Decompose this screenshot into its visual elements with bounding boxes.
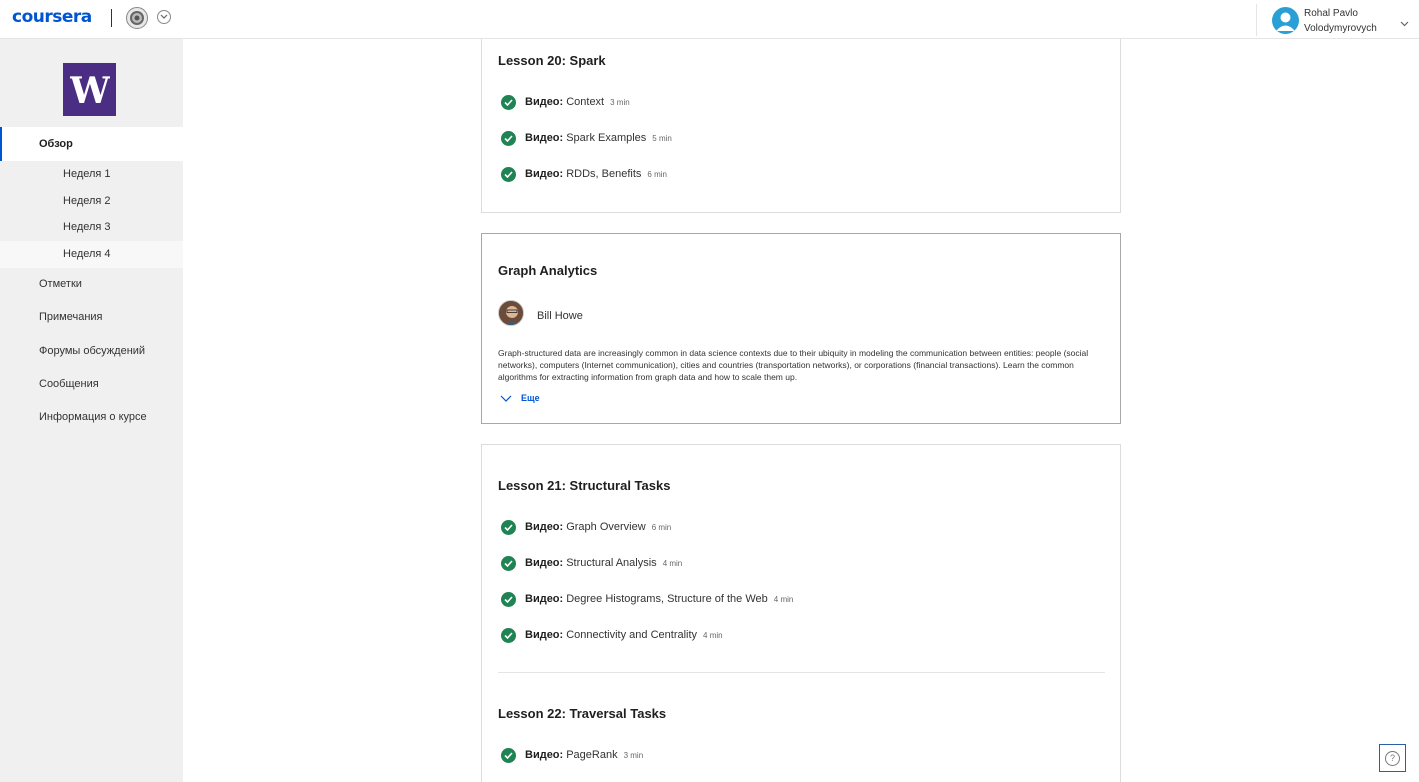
chevron-down-icon <box>500 395 512 402</box>
sidebar-item-overview[interactable]: Обзор <box>0 127 183 161</box>
item-duration: 3 min <box>610 97 630 107</box>
lesson-item[interactable]: Видео: Connectivity and Centrality 4 min <box>501 627 723 643</box>
item-type: Видео: <box>525 168 564 180</box>
show-more-label: Еще <box>521 393 540 403</box>
lesson-item[interactable]: Видео: Graph Overview 6 min <box>501 519 671 535</box>
completed-check-icon <box>501 166 516 182</box>
top-header: coursera Rohal Pavlo Volodymyrovych <box>0 0 1419 39</box>
completed-check-icon <box>501 555 516 571</box>
item-type: Видео: <box>525 629 564 641</box>
instructor-avatar[interactable] <box>498 300 524 326</box>
item-type: Видео: <box>525 521 564 533</box>
sidebar-item-week-4[interactable]: Неделя 4 <box>0 241 183 268</box>
header-separator <box>1256 4 1257 36</box>
sidebar-item-notes[interactable]: Примечания <box>0 301 183 334</box>
sidebar-item-messages[interactable]: Сообщения <box>0 368 183 401</box>
university-logo[interactable]: W <box>63 63 116 116</box>
lesson-title: Lesson 22: Traversal Tasks <box>498 706 667 721</box>
show-more-button[interactable]: Еще <box>500 393 540 403</box>
sidebar: W Обзор Неделя 1 Неделя 2 Неделя 3 Недел… <box>0 39 183 782</box>
completed-check-icon <box>501 94 516 110</box>
item-name: Connectivity and Centrality <box>566 629 698 641</box>
university-seal-icon[interactable] <box>126 7 148 29</box>
completed-check-icon <box>501 519 516 535</box>
user-name-line2: Volodymyrovych <box>1304 23 1377 34</box>
item-name: Graph Overview <box>566 521 646 533</box>
item-duration: 5 min <box>652 133 672 143</box>
completed-check-icon <box>501 627 516 643</box>
item-duration: 6 min <box>651 522 672 532</box>
item-type: Видео: <box>525 132 564 144</box>
sidebar-item-week-3[interactable]: Неделя 3 <box>0 214 183 241</box>
item-name: Structural Analysis <box>566 557 657 569</box>
svg-text:W: W <box>70 74 110 106</box>
user-avatar-icon[interactable] <box>1272 7 1299 34</box>
item-type: Видео: <box>525 749 564 761</box>
main-content: Lesson 20: Spark Видео: Context 3 min Ви… <box>183 39 1419 782</box>
chevron-down-icon[interactable] <box>157 10 171 24</box>
lesson-item[interactable]: Видео: Structural Analysis 4 min <box>501 555 682 571</box>
item-type: Видео: <box>525 593 564 605</box>
sidebar-item-forums[interactable]: Форумы обсуждений <box>0 335 183 368</box>
sidebar-item-course-info[interactable]: Информация о курсе <box>0 401 183 434</box>
item-type: Видео: <box>525 96 564 108</box>
item-name: Context <box>566 96 605 108</box>
user-name[interactable]: Rohal Pavlo Volodymyrovych <box>1304 6 1377 36</box>
help-button[interactable]: ? <box>1379 744 1406 772</box>
module-card: Graph Analytics Bill Howe Graph-structur… <box>481 233 1121 424</box>
user-name-line1: Rohal Pavlo <box>1304 8 1358 19</box>
lesson-21-22-card: Lesson 21: Structural Tasks Видео: Graph… <box>481 444 1121 782</box>
item-duration: 6 min <box>647 169 667 179</box>
lesson-item[interactable]: Видео: Spark Examples 5 min <box>501 130 672 146</box>
item-duration: 4 min <box>703 630 723 640</box>
item-type: Видео: <box>525 557 564 569</box>
header-divider <box>111 9 112 27</box>
user-menu-chevron-icon[interactable] <box>1400 14 1409 32</box>
item-duration: 3 min <box>623 750 644 760</box>
lesson-item[interactable]: Видео: Context 3 min <box>501 94 630 110</box>
completed-check-icon <box>501 747 516 763</box>
completed-check-icon <box>501 591 516 607</box>
lesson-title: Lesson 20: Spark <box>498 53 606 68</box>
lesson-item[interactable]: Видео: RDDs, Benefits 6 min <box>501 166 667 182</box>
question-icon: ? <box>1385 750 1400 766</box>
item-duration: 4 min <box>773 594 794 604</box>
sidebar-item-week-1[interactable]: Неделя 1 <box>0 161 183 188</box>
sidebar-item-grades[interactable]: Отметки <box>0 268 183 301</box>
sidebar-item-week-2[interactable]: Неделя 2 <box>0 188 183 215</box>
completed-check-icon <box>501 130 516 146</box>
coursera-logo[interactable]: coursera <box>12 7 92 27</box>
lesson-title: Lesson 21: Structural Tasks <box>498 478 671 493</box>
instructor-name[interactable]: Bill Howe <box>537 310 583 322</box>
item-name: Spark Examples <box>566 132 647 144</box>
lesson-20-card: Lesson 20: Spark Видео: Context 3 min Ви… <box>481 39 1121 213</box>
module-description: Graph-structured data are increasingly c… <box>498 348 1089 382</box>
item-duration: 4 min <box>662 558 683 568</box>
module-title: Graph Analytics <box>498 263 598 278</box>
item-name: Degree Histograms, Structure of the Web <box>566 593 768 605</box>
uw-w-icon: W <box>70 74 110 106</box>
lesson-divider <box>498 672 1105 673</box>
item-name: RDDs, Benefits <box>566 168 642 180</box>
lesson-item[interactable]: Видео: PageRank 3 min <box>501 747 643 763</box>
item-name: PageRank <box>566 749 618 761</box>
lesson-item[interactable]: Видео: Degree Histograms, Structure of t… <box>501 591 793 607</box>
